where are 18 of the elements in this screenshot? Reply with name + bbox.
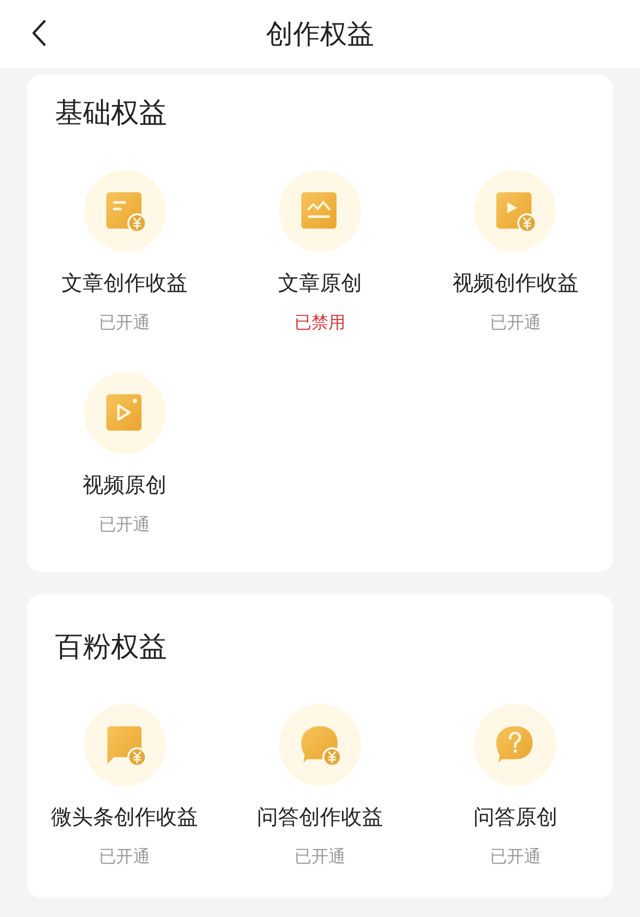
- benefit-label: 视频创作收益: [452, 270, 578, 297]
- section-title: 基础权益: [54, 95, 168, 131]
- page-title: 创作权益: [266, 18, 374, 52]
- benefit-label: 文章原创: [278, 270, 362, 297]
- status-text: 已开通: [99, 312, 150, 335]
- status-text: 已开通: [490, 846, 541, 869]
- benefit-label: 微头条创作收益: [51, 804, 198, 831]
- status-text: 已开通: [99, 514, 150, 537]
- benefit-label: 问答原创: [473, 804, 558, 831]
- section-title: 百粉权益: [54, 629, 168, 665]
- benefit-label: 文章创作收益: [62, 270, 188, 297]
- status-text: 已开通: [99, 846, 150, 869]
- back-icon[interactable]: [30, 18, 48, 48]
- status-text: 已禁用: [294, 312, 346, 335]
- status-text: 已开通: [294, 846, 346, 869]
- benefit-label: 视频原创: [82, 472, 167, 499]
- benefit-label: 问答创作收益: [256, 804, 383, 831]
- status-text: 已开通: [490, 312, 541, 335]
